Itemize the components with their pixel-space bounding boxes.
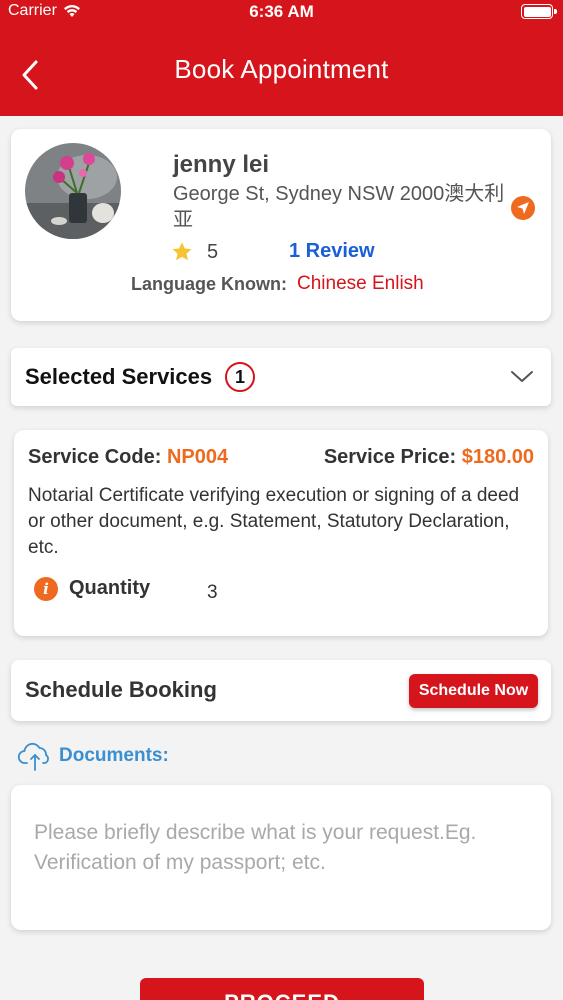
documents-upload[interactable]: Documents: [17,740,169,772]
status-bar: Carrier 6:36 AM [0,0,563,24]
request-description-input[interactable] [11,785,551,930]
navigation-icon[interactable] [511,196,535,220]
selected-services-toggle[interactable]: Selected Services 1 [11,348,551,406]
schedule-now-button[interactable]: Schedule Now [409,674,538,708]
request-box [11,785,551,930]
schedule-booking-card: Schedule Booking Schedule Now [11,660,551,721]
reviews-link[interactable]: 1 Review [289,240,375,263]
page-title: Book Appointment [174,54,389,84]
info-icon[interactable]: i [34,577,58,601]
proceed-button[interactable]: PROCEED [140,978,424,1000]
provider-card: jenny lei George St, Sydney NSW 2000澳大利亚… [11,129,551,321]
chevron-down-icon [511,371,533,382]
services-count-badge: 1 [225,362,255,392]
service-code-label: Service Code: [28,446,162,468]
provider-name: jenny lei [173,151,270,178]
service-code: Service Code: NP004 [28,446,228,469]
service-price-value: $180.00 [461,446,534,468]
provider-address: George St, Sydney NSW 2000澳大利亚 [173,183,505,231]
service-description: Notarial Certificate verifying execution… [28,485,520,558]
cloud-upload-icon [17,742,49,771]
star-icon [172,242,192,261]
quantity-label: Quantity [69,577,151,599]
status-time: 6:36 AM [249,2,314,21]
app-header: Carrier 6:36 AM Book Appointment [0,0,563,116]
language-value: Chinese Enlish [297,273,424,294]
avatar [25,143,121,239]
documents-label: Documents: [59,745,169,766]
service-item-card: Service Code: NP004 Service Price: $180.… [14,430,548,636]
selected-services-title: Selected Services [25,364,213,389]
battery-icon [521,4,557,19]
language-label: Language Known: [131,274,287,294]
schedule-booking-title: Schedule Booking [25,677,217,702]
rating-value: 5 [207,241,219,263]
quantity-value: 3 [207,582,218,603]
service-price: Service Price: $180.00 [324,446,534,469]
service-code-value: NP004 [166,446,229,468]
service-price-label: Service Price: [323,446,457,468]
